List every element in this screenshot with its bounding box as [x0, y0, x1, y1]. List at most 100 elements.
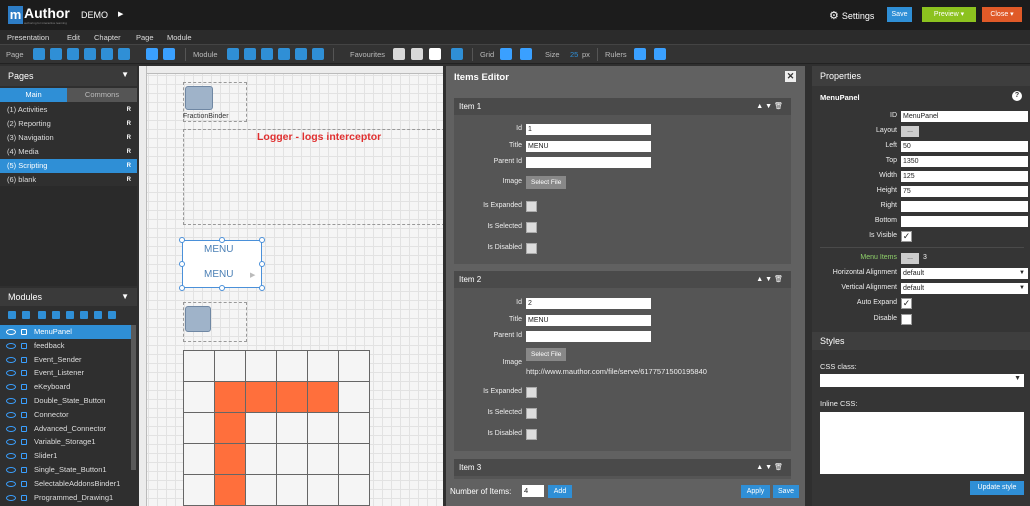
menu-edit[interactable]: Edit [67, 33, 80, 42]
lock-icon[interactable] [21, 411, 27, 418]
h-align-select[interactable]: default ▼ [901, 268, 1028, 279]
number-of-items-input[interactable]: 4 [522, 485, 544, 497]
unlock-all-icon[interactable] [52, 311, 60, 319]
item-controls[interactable]: ▲▼🗑 [756, 102, 785, 110]
select-file-button[interactable]: Select File [526, 348, 567, 361]
module-item[interactable]: Advanced_Connector [0, 422, 131, 436]
logger-module[interactable] [183, 129, 444, 225]
item-controls[interactable]: ▲▼🗑 [756, 463, 785, 471]
page-item[interactable]: (3) Navigation R [0, 131, 137, 145]
inline-css-textarea[interactable] [820, 412, 1024, 474]
grid-cell-filled[interactable] [214, 443, 246, 475]
prop-width-field[interactable]: 125 [901, 171, 1028, 182]
eye-icon[interactable] [6, 370, 16, 377]
is-expanded-checkbox[interactable] [526, 201, 537, 212]
v-align-select[interactable]: default ▼ [901, 283, 1028, 294]
lock-icon[interactable] [21, 494, 27, 501]
is-selected-checkbox[interactable] [526, 222, 537, 233]
grid-cell[interactable] [245, 474, 277, 506]
resize-handle[interactable] [259, 237, 265, 243]
module-item[interactable]: Programmed_Drawing1 [0, 491, 131, 505]
eye-icon[interactable] [6, 397, 16, 404]
save-button[interactable]: Save [887, 7, 912, 22]
preview-button[interactable]: Preview ▾ [922, 7, 976, 22]
favourites-gear-icon[interactable] [451, 48, 463, 60]
grid-cell[interactable] [183, 350, 215, 382]
group-icon[interactable] [278, 48, 290, 60]
hide-all-icon[interactable] [22, 311, 30, 319]
module-item-selected[interactable]: MenuPanel [0, 325, 131, 339]
lock-icon[interactable] [21, 370, 27, 377]
page-edit-icon[interactable] [118, 48, 130, 60]
menu-presentation[interactable]: Presentation [7, 33, 49, 42]
resize-handle[interactable] [259, 285, 265, 291]
menu-chapter[interactable]: Chapter [94, 33, 121, 42]
move-down-icon[interactable] [163, 48, 175, 60]
rulers-eye-icon[interactable] [634, 48, 646, 60]
module-item[interactable]: Double_State_Button [0, 394, 131, 408]
lock-icon[interactable] [21, 439, 27, 446]
prop-top-field[interactable]: 1350 [901, 156, 1028, 167]
title-field[interactable]: MENU [526, 315, 651, 326]
page-item[interactable]: (6) blank R [0, 173, 137, 187]
panel-splitter[interactable] [806, 66, 809, 506]
grid-cell[interactable] [276, 412, 308, 444]
resize-handle[interactable] [179, 285, 185, 291]
is-disabled-checkbox[interactable] [526, 243, 537, 254]
title-field[interactable]: MENU [526, 141, 651, 152]
page-settings-icon[interactable] [50, 48, 62, 60]
delete-page-icon[interactable] [101, 48, 113, 60]
collapse-icon[interactable]: ▼ [121, 292, 129, 301]
is-visible-checkbox[interactable]: ✓ [901, 231, 912, 242]
grid-cell-filled[interactable] [245, 381, 277, 413]
favourite-text-icon[interactable] [429, 48, 441, 60]
editor-save-button[interactable]: Save [773, 485, 799, 498]
tab-commons[interactable]: Commons [67, 88, 137, 102]
resize-handle[interactable] [179, 237, 185, 243]
resize-icon[interactable] [312, 48, 324, 60]
menu-module[interactable]: Module [167, 33, 192, 42]
lock-icon[interactable] [21, 329, 27, 335]
resize-handle[interactable] [259, 261, 265, 267]
grid-cell-filled[interactable] [214, 474, 246, 506]
parent-id-field[interactable] [526, 331, 651, 342]
help-icon[interactable]: ? [1012, 91, 1022, 101]
prop-right-field[interactable] [901, 201, 1028, 212]
grid-cell-filled[interactable] [214, 381, 246, 413]
project-name[interactable]: DEMO [81, 10, 108, 20]
add-button[interactable]: Add [548, 485, 572, 498]
ruler-horizontal[interactable] [139, 66, 444, 74]
eye-icon[interactable] [6, 466, 16, 473]
chevron-down-icon[interactable]: ▾ [1010, 11, 1014, 18]
ruler-vertical[interactable] [139, 66, 147, 506]
disable-checkbox[interactable] [901, 314, 912, 325]
update-style-button[interactable]: Update style [970, 481, 1024, 495]
eye-icon[interactable] [6, 342, 16, 349]
lock-icon[interactable] [21, 342, 27, 349]
collapse-icon[interactable]: ▼ [121, 70, 129, 79]
module-item[interactable]: Single_State_Button1 [0, 463, 131, 477]
grid-cell[interactable] [214, 350, 246, 382]
lock-icon[interactable] [21, 425, 27, 432]
module-item[interactable]: feedback [0, 339, 131, 353]
parent-id-field[interactable] [526, 157, 651, 168]
rulers-snap-icon[interactable] [654, 48, 666, 60]
grid-cell[interactable] [245, 443, 277, 475]
grid-cell[interactable] [307, 412, 339, 444]
lock-icon[interactable] [21, 397, 27, 404]
align-icon[interactable] [261, 48, 273, 60]
eye-icon[interactable] [6, 453, 16, 460]
copy-page-icon[interactable] [67, 48, 79, 60]
grid-size-input[interactable]: 25 [570, 50, 578, 59]
page-item[interactable]: (4) Media R [0, 145, 137, 159]
lock-icon[interactable] [21, 466, 27, 473]
grid-cell[interactable] [307, 443, 339, 475]
eye-icon[interactable] [6, 356, 16, 363]
is-selected-checkbox[interactable] [526, 408, 537, 419]
undo-icon[interactable] [227, 48, 239, 60]
page-item[interactable]: (2) Reporting R [0, 117, 137, 131]
favourite-shape-icon[interactable] [411, 48, 423, 60]
id-field[interactable]: 1 [526, 124, 651, 135]
module-item[interactable]: eKeyboard [0, 380, 131, 394]
resize-handle[interactable] [219, 237, 225, 243]
